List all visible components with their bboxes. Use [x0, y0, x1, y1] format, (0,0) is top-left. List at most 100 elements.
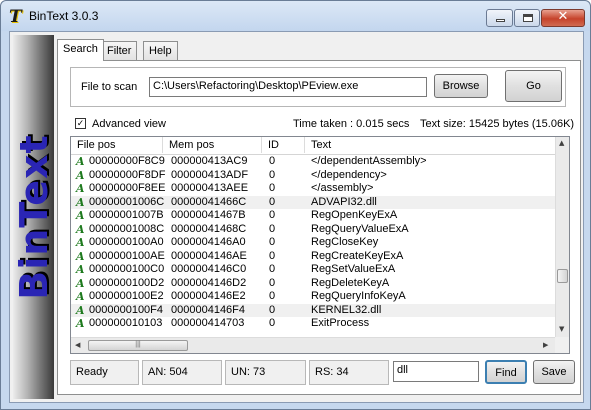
- scrollbar-corner: [555, 337, 569, 353]
- row-type-icon: A: [76, 222, 85, 236]
- scroll-right-arrow-icon[interactable]: ▶: [543, 341, 548, 349]
- vertical-scroll-thumb[interactable]: [557, 269, 568, 283]
- horizontal-scroll-thumb[interactable]: |||: [88, 340, 188, 351]
- id-cell: 0: [269, 182, 276, 194]
- row-type-icon: A: [76, 290, 85, 303]
- bintext-banner: BinText: [12, 35, 56, 399]
- row-type-icon: A: [76, 195, 85, 209]
- text-cell: RegCreateKeyExA: [311, 249, 404, 262]
- table-row[interactable]: A 00000001008C 00000041468C 0 RegQueryValueE…: [71, 223, 555, 237]
- row-type-icon: A: [76, 249, 85, 263]
- row-type-icon: A: [76, 168, 85, 182]
- banner-logo-text: BinText: [12, 134, 56, 300]
- table-row[interactable]: A 0000000100E2 0000004146E2 0 RegQueryInfoKe…: [71, 290, 555, 304]
- file-pos-cell: 00000000F8EE: [89, 182, 166, 194]
- table-row[interactable]: A 000000010103 000000414703 0 ExitProcess: [71, 317, 555, 331]
- id-cell: 0: [269, 303, 276, 316]
- list-header: File pos Mem pos ID Text: [71, 137, 555, 155]
- close-button[interactable]: ✕: [541, 9, 585, 27]
- advanced-view-checkbox[interactable]: ✓: [75, 118, 86, 129]
- file-path-input[interactable]: C:\Users\Refactoring\Desktop\PEview.exe: [149, 77, 427, 97]
- file-pos-cell: 0000000100C0: [89, 263, 165, 275]
- text-cell: RegCloseKey: [311, 236, 379, 248]
- file-pos-cell: 00000000F8C9: [89, 155, 165, 167]
- status-an-count: AN: 504: [142, 360, 222, 385]
- row-type-icon: A: [76, 276, 85, 290]
- column-header-mem-pos[interactable]: Mem pos: [163, 137, 262, 153]
- table-row[interactable]: A 00000001007B 00000041467B 0 RegOpenKeyExA: [71, 209, 555, 223]
- file-pos-cell: 0000000100D2: [89, 276, 165, 289]
- text-cell: ExitProcess: [311, 317, 370, 329]
- file-pos-cell: 00000001006C: [89, 195, 165, 208]
- row-type-icon: A: [76, 209, 85, 222]
- status-rs-count: RS: 34: [309, 360, 389, 385]
- maximize-button[interactable]: [514, 9, 540, 27]
- tab-search[interactable]: Search: [57, 39, 104, 61]
- time-taken-text: Time taken : 0.015 secs: [293, 118, 410, 130]
- table-row[interactable]: A 00000001006C 00000041466C 0 ADVAPI32.dll: [71, 195, 555, 209]
- status-un-count: UN: 73: [225, 360, 306, 385]
- id-cell: 0: [269, 209, 276, 221]
- row-type-icon: A: [76, 263, 85, 276]
- mem-pos-cell: 000000414703: [171, 317, 245, 329]
- id-cell: 0: [269, 195, 276, 208]
- table-row[interactable]: A 0000000100AE 0000004146AE 0 RegCreateKeyEx…: [71, 250, 555, 264]
- advanced-view-label[interactable]: Advanced view: [92, 118, 166, 130]
- scroll-left-arrow-icon[interactable]: ◀: [75, 341, 80, 349]
- table-row[interactable]: A 0000000100D2 0000004146D2 0 RegDeleteKeyA: [71, 277, 555, 291]
- row-type-icon: A: [76, 303, 85, 317]
- go-button[interactable]: Go: [505, 70, 562, 102]
- text-cell: </assembly>: [311, 182, 374, 194]
- vertical-scrollbar[interactable]: ▲ ▼: [555, 137, 569, 337]
- table-row[interactable]: A 0000000100C0 0000004146C0 0 RegSetValueExA: [71, 263, 555, 277]
- table-row[interactable]: A 0000000100F4 0000004146F4 0 KERNEL32.dll: [71, 303, 555, 317]
- tab-help[interactable]: Help: [143, 41, 178, 61]
- list-rows: A 00000000F8C9 000000413AC9 0 </dependentAss…: [71, 155, 555, 331]
- horizontal-scrollbar[interactable]: ◀ ||| ▶: [71, 337, 555, 353]
- tab-filter[interactable]: Filter: [101, 41, 138, 61]
- mem-pos-cell: 0000004146A0: [171, 236, 246, 248]
- id-cell: 0: [269, 290, 276, 302]
- text-cell: RegOpenKeyExA: [311, 209, 398, 221]
- file-pos-cell: 00000001008C: [89, 222, 165, 235]
- row-type-icon: A: [76, 182, 85, 195]
- find-button[interactable]: Find: [485, 360, 527, 384]
- row-type-icon: A: [76, 317, 85, 330]
- find-input[interactable]: dll: [393, 361, 479, 382]
- column-header-file-pos[interactable]: File pos: [71, 137, 163, 153]
- file-pos-cell: 0000000100A0: [89, 236, 164, 248]
- table-row[interactable]: A 00000000F8EE 000000413AEE 0 </assembly>: [71, 182, 555, 196]
- text-size-text: Text size: 15425 bytes (15.06K): [420, 118, 575, 130]
- browse-button[interactable]: Browse: [434, 74, 488, 98]
- minimize-icon: [496, 19, 505, 22]
- results-list[interactable]: File pos Mem pos ID Text A 00000000F8C9 00…: [70, 136, 570, 354]
- close-icon: ✕: [557, 9, 569, 24]
- id-cell: 0: [269, 222, 276, 235]
- scroll-up-arrow-icon[interactable]: ▲: [559, 139, 564, 147]
- mem-pos-cell: 0000004146C0: [171, 263, 247, 275]
- bintext-app-icon: T: [9, 7, 22, 27]
- id-cell: 0: [269, 249, 276, 262]
- table-row[interactable]: A 00000000F8C9 000000413AC9 0 </dependentAss…: [71, 155, 555, 169]
- column-header-text[interactable]: Text: [305, 137, 555, 153]
- file-pos-cell: 0000000100E2: [89, 290, 164, 302]
- app-window: T BinText 3.0.3 ✕ BinText Search Filter …: [0, 0, 591, 410]
- text-cell: RegQueryInfoKeyA: [311, 290, 406, 302]
- file-pos-cell: 00000001007B: [89, 209, 164, 221]
- title-bar[interactable]: T BinText 3.0.3 ✕: [1, 1, 590, 31]
- column-header-id[interactable]: ID: [262, 137, 305, 153]
- text-cell: KERNEL32.dll: [311, 303, 382, 316]
- scroll-down-arrow-icon[interactable]: ▼: [559, 325, 564, 333]
- save-button[interactable]: Save: [533, 360, 575, 384]
- table-row[interactable]: A 0000000100A0 0000004146A0 0 RegCloseKey: [71, 236, 555, 250]
- table-row[interactable]: A 00000000F8DF 000000413ADF 0 </dependency>: [71, 169, 555, 183]
- file-pos-cell: 0000000100AE: [89, 249, 165, 262]
- text-cell: RegDeleteKeyA: [311, 276, 390, 289]
- id-cell: 0: [269, 168, 276, 181]
- text-cell: RegSetValueExA: [311, 263, 396, 275]
- maximize-icon: [523, 14, 533, 22]
- minimize-button[interactable]: [486, 9, 513, 27]
- mem-pos-cell: 00000041466C: [171, 195, 247, 208]
- search-tab-panel: File to scan C:\Users\Refactoring\Deskto…: [57, 60, 581, 395]
- mem-pos-cell: 000000413ADF: [171, 168, 249, 181]
